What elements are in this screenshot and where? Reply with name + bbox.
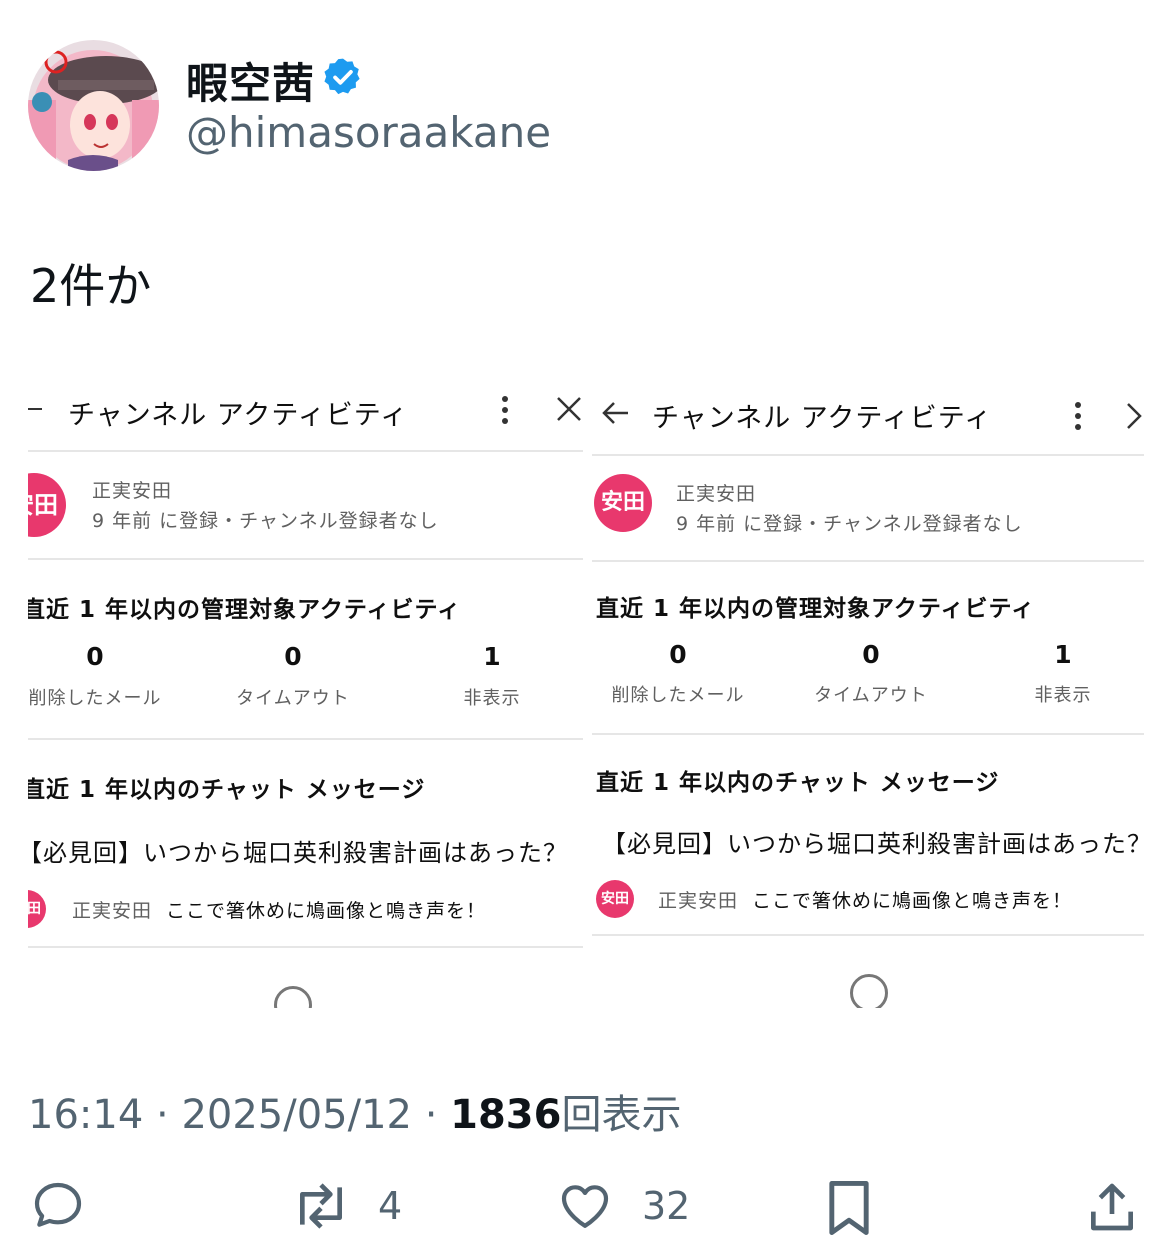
divider [28,738,583,740]
tweet-date[interactable]: 2025/05/12 [181,1092,412,1138]
stat-label: 削除したメール [611,685,745,706]
chat-avatar-badge: 安田 [28,890,46,928]
stat-value: 0 [86,642,104,671]
user-avatar-badge: 安田 [594,474,652,532]
chat-avatar-badge: 安田 [596,880,634,918]
moderation-section-title: 直近 1 年以内の管理対象アクティビティ [596,596,1036,622]
separator-dot: · [424,1092,451,1138]
like-button[interactable] [556,1178,614,1234]
chat-message: 正実安田 ここで箸休めに鳩画像と鳴き声を！ [658,886,1072,913]
view-count: 1836 [450,1092,562,1138]
tweet-text: 2件か [30,259,152,313]
stat-label: 削除したメール [28,688,162,709]
divider [592,934,1144,936]
close-icon [557,397,581,421]
chat-author: 正実安田 [658,890,739,912]
stat-value: 0 [284,642,302,671]
chat-author: 正実安田 [72,900,153,922]
divider [592,560,1144,562]
back-arrow-icon [28,408,42,410]
tweet-time[interactable]: 16:14 [28,1092,143,1138]
user-handle[interactable]: @himasoraakane [186,108,551,157]
panel-title: チャンネル アクティビティ [68,400,409,431]
chat-message: 正実安田 ここで箸休めに鳩画像と鳴き声を！ [72,896,486,923]
divider [592,733,1144,735]
divider [28,450,583,452]
stat-label: 非表示 [463,688,521,709]
loading-spinner-icon [274,986,312,1008]
share-button[interactable] [1084,1178,1140,1236]
user-avatar-badge: 安田 [28,473,66,537]
panel-title: チャンネル アクティビティ [652,403,993,434]
user-subtitle: 9 年前 に登録・チャンネル登録者なし [676,513,1023,535]
display-name[interactable]: 暇空茜 [186,50,315,111]
stat-value: 1 [483,642,501,671]
chat-section-title: 直近 1 年以内のチャット メッセージ [596,770,1000,796]
loading-spinner-icon [850,974,888,1008]
moderation-section-title: 直近 1 年以内の管理対象アクティビティ [28,597,462,623]
user-subtitle: 9 年前 に登録・チャンネル登録者なし [92,510,439,532]
stat-value: 0 [862,640,880,669]
more-options-icon [502,396,508,424]
attached-image-left[interactable]: チャンネル アクティビティ 安田 正実安田 9 年前 に登録・チャンネル登録者な… [28,378,583,1008]
tweet-meta: 16:14 · 2025/05/12 · 1836回表示 [28,1082,681,1140]
like-count: 32 [642,1184,691,1228]
stat-label: タイムアウト [814,685,928,706]
divider [592,454,1144,456]
chat-text: ここで箸休めに鳩画像と鳴き声を！ [166,900,487,922]
divider [28,558,583,560]
attached-image-right[interactable]: チャンネル アクティビティ 安田 正実安田 9 年前 に登録・チャンネル登録者な… [590,378,1150,1008]
chat-section-title: 直近 1 年以内のチャット メッセージ [28,777,426,803]
divider [28,946,583,948]
stat-value: 1 [1054,640,1072,669]
more-options-icon [1075,402,1081,430]
verified-badge-icon [322,56,364,98]
avatar[interactable] [28,40,159,171]
stream-title: 【必見回】いつから堀口英利殺害計画はあった？ [602,830,1150,858]
bookmark-button[interactable] [822,1178,876,1238]
reply-button[interactable] [28,1178,88,1234]
chat-text: ここで箸休めに鳩画像と鳴き声を！ [752,890,1073,912]
anime-girl-avatar-icon [28,40,159,171]
stat-label: 非表示 [1034,685,1092,706]
retweet-button[interactable] [288,1178,354,1234]
view-count-label: 回表示 [561,1092,682,1138]
separator-dot: · [156,1092,182,1138]
stream-title: 【必見回】いつから堀口英利殺害計画はあった？ [28,839,568,867]
user-name: 正実安田 [92,480,173,502]
user-name: 正実安田 [676,483,757,505]
stat-value: 0 [669,640,687,669]
back-arrow-icon [602,402,628,424]
chevron-right-icon [1127,403,1142,429]
retweet-count: 4 [378,1184,403,1228]
stat-label: タイムアウト [236,688,350,709]
